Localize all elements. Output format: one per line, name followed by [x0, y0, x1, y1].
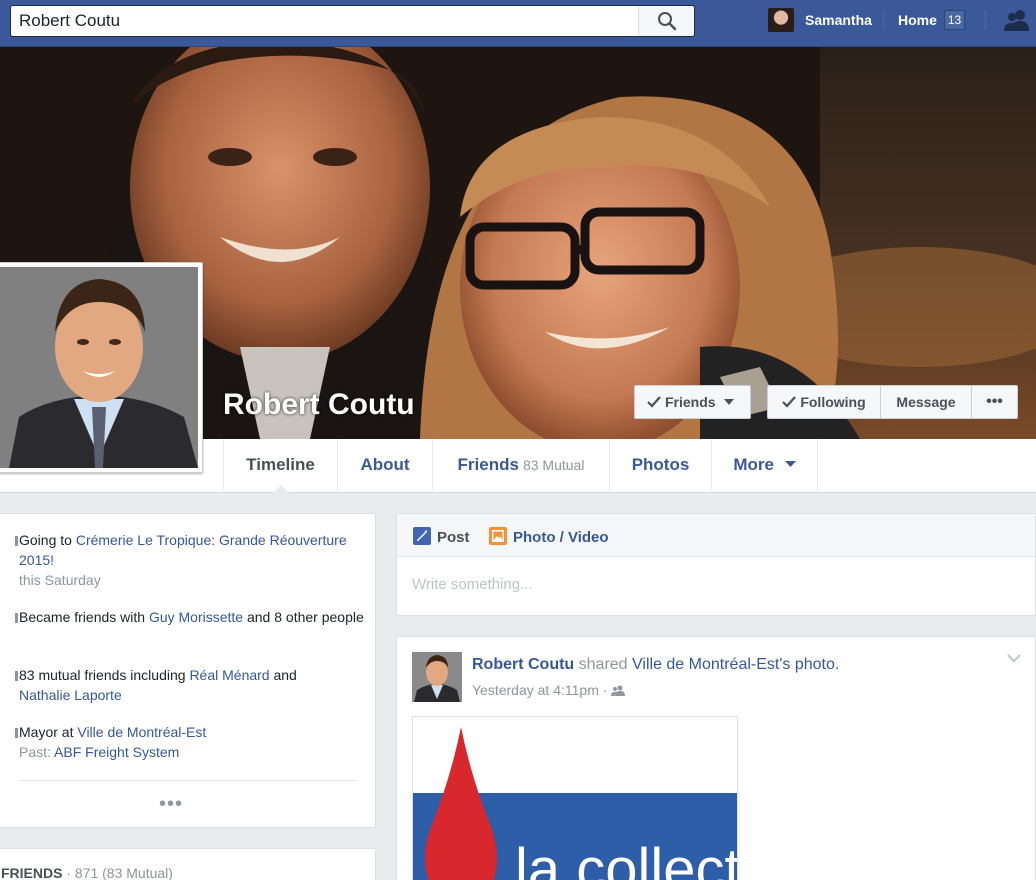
tab-friends[interactable]: Friends 83 Mutual [432, 439, 609, 493]
tab-more[interactable]: More [711, 439, 818, 493]
intro-text: Became friends with [19, 609, 149, 625]
blood-drive-poster: la collecte [413, 717, 738, 880]
more-options-button[interactable]: ••• [972, 386, 1017, 418]
friends-title-text: Friends [1, 865, 63, 880]
active-tab-indicator [271, 485, 290, 494]
composer-tabs: Post Photo / Video [397, 514, 1035, 557]
tab-timeline[interactable]: Timeline [223, 439, 337, 494]
shared-page-link[interactable]: Ville de Montréal-Est [632, 656, 779, 673]
user-name: Samantha [805, 12, 872, 28]
profile-photo [0, 267, 198, 468]
bullet [15, 728, 18, 738]
search-input[interactable]: Robert Coutu [19, 11, 120, 31]
tab-label: Post [437, 529, 470, 546]
intro-text: and [269, 667, 297, 683]
tab-label: About [360, 455, 410, 474]
friend-requests-icon[interactable] [1004, 9, 1030, 31]
following-button-label: Following [800, 394, 866, 410]
friends-card-title[interactable]: Friends · 871 (83 Mutual) [1, 865, 173, 880]
post-action-text: shared [574, 656, 633, 673]
post-image[interactable]: la collecte [412, 716, 738, 880]
intro-friendship: Became friends with Guy Morissette and 8… [15, 607, 364, 627]
divider [19, 780, 357, 781]
see-more-button[interactable]: ••• [159, 793, 183, 816]
caret-down-icon [784, 461, 796, 467]
following-button[interactable]: Following [768, 386, 881, 418]
post-meta: Yesterday at 4:11pm · [472, 682, 626, 698]
avatar[interactable] [412, 652, 462, 702]
bullet [15, 536, 18, 546]
intro-work: Mayor at Ville de Montréal-Est Past: ABF… [15, 722, 364, 762]
tab-photos[interactable]: Photos [609, 439, 711, 493]
event-time: this Saturday [19, 572, 101, 588]
divider [985, 10, 986, 30]
tab-post[interactable]: Post [413, 527, 470, 546]
avatar [768, 8, 794, 32]
friends-count: · 871 (83 Mutual) [62, 865, 173, 880]
post-composer: Post Photo / Video Write something... [396, 513, 1036, 616]
tab-label: More [733, 455, 774, 474]
mutual-friend-link[interactable]: Nathalie Laporte [19, 687, 122, 703]
separator: · [598, 682, 612, 698]
post-author-link[interactable]: Robert Coutu [472, 656, 574, 673]
write-something-input[interactable]: Write something... [412, 576, 533, 593]
poster-text: la collecte [515, 837, 738, 880]
profile-name[interactable]: Robert Coutu [223, 388, 415, 422]
past-employer-link[interactable]: ABF Freight System [54, 744, 179, 760]
post-timestamp[interactable]: Yesterday at 4:11pm [472, 682, 599, 698]
tab-label: Photos [631, 455, 690, 474]
home-link[interactable]: Home [898, 12, 937, 28]
past-label: Past: [19, 744, 55, 760]
intro-mutual-friends: 83 mutual friends including Réal Ménard … [15, 665, 364, 705]
friends-card: Friends · 871 (83 Mutual) [0, 848, 376, 880]
post-header: Robert Coutu shared Ville de Montréal-Es… [472, 656, 839, 674]
intro-text: 83 mutual friends including [19, 667, 190, 683]
feed-post: Robert Coutu shared Ville de Montréal-Es… [396, 636, 1036, 880]
shared-photo-link[interactable]: 's photo. [779, 656, 839, 673]
friend-link[interactable]: Guy Morissette [149, 609, 243, 625]
mutual-friend-link[interactable]: Réal Ménard [189, 667, 269, 683]
photo-icon [489, 527, 507, 545]
mutual-count: 83 Mutual [522, 457, 585, 473]
checkmark-icon [647, 396, 661, 408]
tab-photo-video[interactable]: Photo / Video [489, 527, 609, 546]
profile-picture[interactable] [0, 262, 203, 473]
checkmark-icon [782, 396, 797, 408]
intro-text: Going to [19, 532, 76, 548]
bullet [15, 671, 18, 681]
message-button[interactable]: Message [881, 386, 972, 418]
intro-text: Mayor at [19, 724, 78, 740]
caret-down-icon [724, 399, 735, 405]
divider [883, 10, 884, 30]
top-navigation-bar: Robert Coutu Samantha Home 13 [0, 0, 1036, 47]
profile-actions-group: Following Message ••• [767, 385, 1018, 419]
pencil-icon [413, 527, 431, 545]
tab-about[interactable]: About [337, 439, 432, 493]
chevron-down-icon[interactable] [1007, 654, 1021, 663]
search-button[interactable] [638, 6, 694, 36]
search-icon [658, 12, 677, 31]
bullet [15, 613, 18, 623]
intro-text: and 8 other people [243, 609, 364, 625]
search-box[interactable]: Robert Coutu [10, 5, 695, 37]
friends-button[interactable]: Friends [634, 385, 751, 419]
audience-friends-icon[interactable] [611, 685, 626, 696]
employer-link[interactable]: Ville de Montréal-Est [77, 724, 206, 740]
tab-label: Friends [457, 455, 519, 474]
home-count-badge: 13 [944, 10, 965, 30]
friends-button-label: Friends [665, 394, 716, 410]
intro-event: Going to Crémerie Le Tropique: Grande Ré… [15, 530, 364, 590]
tab-label: Timeline [246, 455, 315, 474]
intro-card: Going to Crémerie Le Tropique: Grande Ré… [0, 513, 376, 828]
tab-label: Photo / Video [513, 529, 609, 546]
